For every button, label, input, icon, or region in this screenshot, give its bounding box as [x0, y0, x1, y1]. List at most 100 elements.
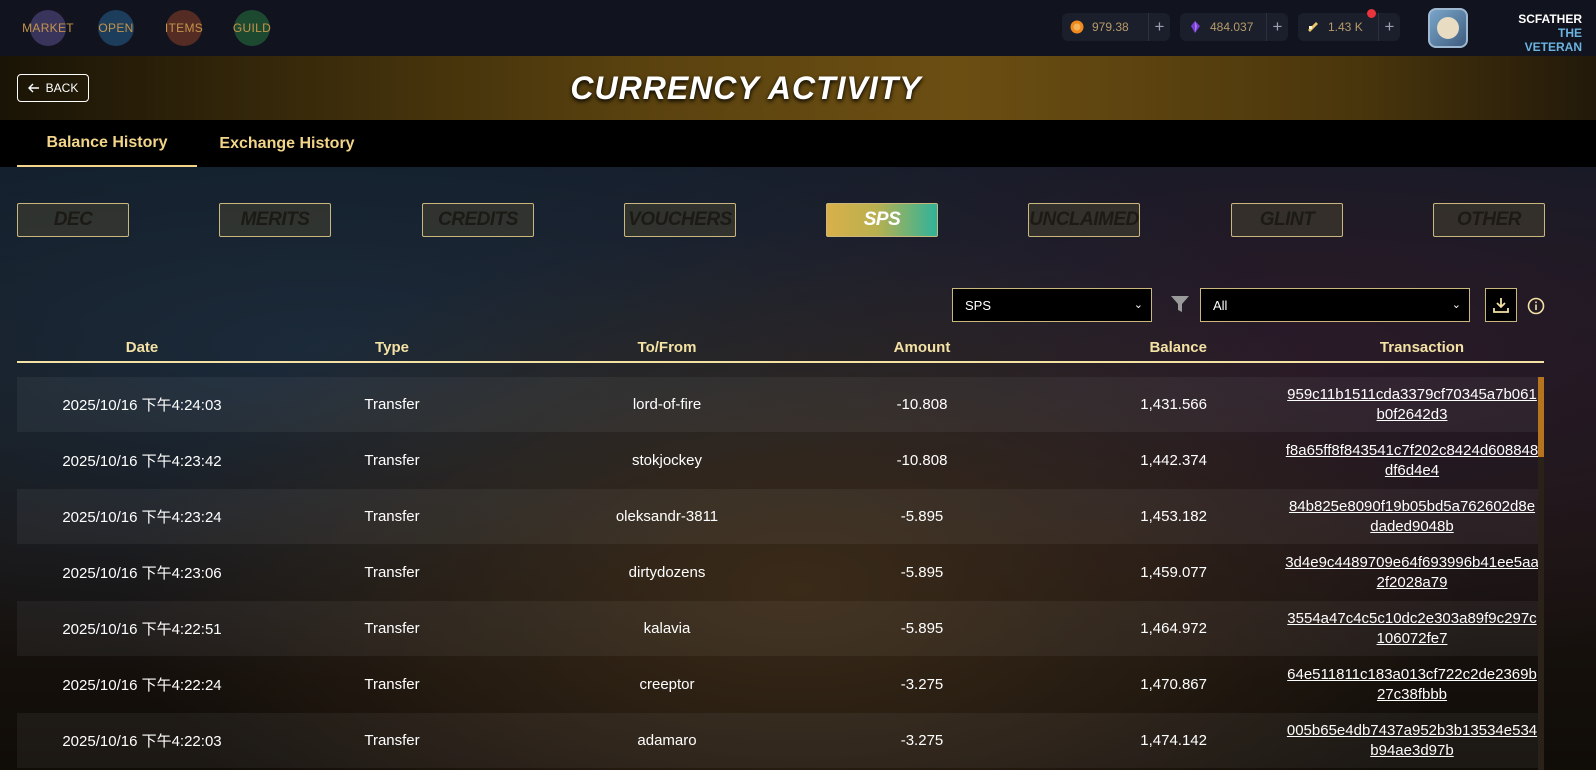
player-title: THE VETERAN	[1524, 26, 1582, 54]
player-info[interactable]: SCFATHER THE VETERAN	[1500, 12, 1582, 54]
transaction-link[interactable]: 3d4e9c4489709e64f693996b41ee5aa2f2028a79	[1285, 553, 1539, 593]
currency-sps-label: SPS	[863, 209, 901, 230]
row-balance: 1,442.374	[1140, 452, 1207, 469]
row-balance: 1,464.972	[1140, 620, 1207, 637]
player-name: SCFATHER	[1518, 12, 1582, 26]
col-type-header: Type	[375, 339, 409, 356]
row-balance: 1,453.182	[1140, 508, 1207, 525]
transaction-link[interactable]: 3554a47c4c5c10dc2e303a89f9c297c106072fe7	[1285, 609, 1539, 649]
nav-open[interactable]: OPEN	[82, 6, 150, 50]
filter-icon[interactable]	[1169, 293, 1191, 315]
row-tofrom: dirtydozens	[628, 564, 706, 581]
wallet-dec-value: 979.38	[1092, 20, 1129, 34]
wallet-dec[interactable]: 979.38 +	[1062, 13, 1170, 41]
transaction-link[interactable]: f8a65ff8f843541c7f202c8424d608848df6d4e4	[1285, 441, 1539, 481]
transaction-link[interactable]: 64e511811c183a013cf722c2de2369b27c38fbbb	[1285, 665, 1539, 705]
table-row: 2025/10/16 下午4:22:03 Transfer adamaro -3.27…	[17, 713, 1539, 768]
currency-unclaimed-button[interactable]: UNCLAIMED	[1028, 203, 1140, 237]
token-select[interactable]: SPS ⌄	[952, 288, 1152, 322]
row-amount: -5.895	[900, 508, 944, 525]
currency-vouchers-label: VOUCHERS	[628, 209, 732, 230]
currency-glint-button[interactable]: GLINT	[1231, 203, 1343, 237]
row-type: Transfer	[364, 564, 420, 581]
currency-vouchers-button[interactable]: VOUCHERS	[624, 203, 736, 237]
row-transaction: 3d4e9c4489709e64f693996b41ee5aa2f2028a79	[1285, 545, 1539, 600]
row-date: 2025/10/16 下午4:23:24	[62, 509, 222, 526]
row-balance: 1,474.142	[1140, 732, 1207, 749]
add-crystal-button[interactable]: +	[1266, 13, 1288, 41]
row-tofrom: creeptor	[639, 676, 695, 693]
row-date: 2025/10/16 下午4:24:03	[62, 397, 222, 414]
tab-exchange-history[interactable]: Exchange History	[207, 120, 367, 167]
nav-guild[interactable]: GUILD	[218, 6, 286, 50]
wallet-crystal-value: 484.037	[1210, 20, 1254, 34]
transaction-link[interactable]: 959c11b1511cda3379cf70345a7b061b0f2642d3	[1285, 385, 1539, 425]
table-scrollbar-thumb[interactable]	[1538, 377, 1544, 457]
main-nav: MARKET OPEN ITEMS GUILD	[14, 6, 286, 50]
currency-sps-button[interactable]: SPS	[826, 203, 938, 237]
row-transaction: 84b825e8090f19b05bd5a762602d8edaded9048b	[1285, 489, 1539, 544]
add-voucher-button[interactable]: +	[1378, 13, 1400, 41]
type-select[interactable]: All ⌄	[1200, 288, 1470, 322]
row-amount: -3.275	[900, 676, 944, 693]
voucher-icon	[1308, 22, 1318, 32]
transaction-link[interactable]: 84b825e8090f19b05bd5a762602d8edaded9048b	[1285, 497, 1539, 537]
col-date-header: Date	[125, 339, 159, 356]
row-amount: -3.275	[900, 732, 944, 749]
table-row: 2025/10/16 下午4:23:42 Transfer stokjockey -1…	[17, 433, 1539, 488]
col-tofrom-header: To/From	[637, 339, 697, 356]
row-tofrom: kalavia	[643, 620, 691, 637]
row-type: Transfer	[364, 452, 420, 469]
avatar[interactable]	[1428, 8, 1468, 48]
table-row: 2025/10/16 下午4:22:51 Transfer kalavia -5.89…	[17, 601, 1539, 656]
row-type: Transfer	[364, 508, 420, 525]
add-dec-button[interactable]: +	[1148, 13, 1170, 41]
nav-open-label: OPEN	[98, 21, 134, 35]
row-balance: 1,459.077	[1140, 564, 1207, 581]
row-amount: -5.895	[900, 620, 944, 637]
row-tofrom: lord-of-fire	[632, 396, 702, 413]
tab-balance-history-label: Balance History	[46, 133, 168, 151]
row-transaction: 959c11b1511cda3379cf70345a7b061b0f2642d3	[1285, 377, 1539, 432]
wallet-crystal[interactable]: 484.037 +	[1180, 13, 1288, 41]
top-nav-bar: MARKET OPEN ITEMS GUILD 979.38 + 484.037…	[0, 0, 1596, 56]
table-row: 2025/10/16 下午4:23:06 Transfer dirtydozens -…	[17, 545, 1539, 600]
row-tofrom: oleksandr-3811	[615, 508, 719, 525]
row-type: Transfer	[364, 396, 420, 413]
nav-items[interactable]: ITEMS	[150, 6, 218, 50]
row-tofrom: adamaro	[637, 732, 697, 749]
currency-merits-button[interactable]: MERITS	[219, 203, 331, 237]
currency-dec-label: DEC	[53, 209, 93, 230]
nav-market[interactable]: MARKET	[14, 6, 82, 50]
row-amount: -5.895	[900, 564, 944, 581]
row-type: Transfer	[364, 620, 420, 637]
nav-items-label: ITEMS	[164, 21, 204, 35]
row-date: 2025/10/16 下午4:23:06	[62, 565, 222, 582]
currency-other-button[interactable]: OTHER	[1433, 203, 1545, 237]
row-amount: -10.808	[896, 396, 948, 413]
col-transaction-header: Transaction	[1379, 339, 1465, 356]
currency-dec-button[interactable]: DEC	[17, 203, 129, 237]
currency-credits-button[interactable]: CREDITS	[422, 203, 534, 237]
chevron-down-icon: ⌄	[1451, 299, 1461, 311]
chevron-down-icon: ⌄	[1133, 299, 1143, 311]
download-icon	[1493, 298, 1509, 313]
table-header: Date Type To/From Amount Balance Transac…	[17, 339, 1544, 363]
row-balance: 1,470.867	[1140, 676, 1207, 693]
table-row: 2025/10/16 下午4:23:24 Transfer oleksandr-38…	[17, 489, 1539, 544]
table-row: 2025/10/16 下午4:24:03 Transfer lord-of-fire…	[17, 377, 1539, 432]
dec-coin-icon	[1070, 20, 1084, 34]
download-button[interactable]	[1485, 288, 1517, 322]
tab-balance-history[interactable]: Balance History	[17, 120, 197, 167]
page-header: BACK CURRENCY ACTIVITY	[0, 56, 1596, 120]
transaction-link[interactable]: 005b65e4db7437a952b3b13534e534b94ae3d97b	[1285, 721, 1539, 761]
wallet-balances: 979.38 + 484.037 + 1.43 K +	[1062, 9, 1400, 41]
wallet-voucher[interactable]: 1.43 K +	[1298, 9, 1400, 41]
notification-dot	[1367, 9, 1376, 18]
row-date: 2025/10/16 下午4:22:51	[62, 621, 222, 638]
tab-exchange-history-label: Exchange History	[219, 134, 355, 152]
info-icon[interactable]	[1527, 297, 1545, 315]
currency-other-label: OTHER	[1457, 209, 1522, 230]
table-row: 2025/10/16 下午4:22:24 Transfer creeptor -3.2…	[17, 657, 1539, 712]
row-amount: -10.808	[896, 452, 948, 469]
